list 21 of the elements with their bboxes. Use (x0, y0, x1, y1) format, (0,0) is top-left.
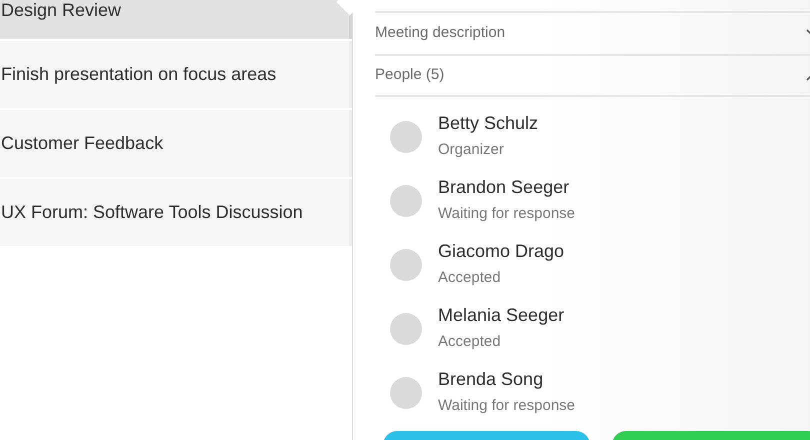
person-name: Melania Seeger (438, 304, 564, 327)
avatar-placeholder (390, 249, 422, 281)
section-header[interactable]: Meeting description (375, 22, 506, 45)
avatar-placeholder (390, 185, 422, 217)
event-item[interactable]: UX Forum: Software Tools Discussion (0, 179, 352, 246)
person-name: Brandon Seeger (438, 176, 570, 199)
avatar-placeholder (390, 313, 422, 345)
person-name: Brenda Song (438, 368, 544, 391)
event-item[interactable]: Design Review (0, 0, 352, 39)
event-item[interactable]: Customer Feedback (0, 110, 352, 177)
person-status: Waiting for response (438, 204, 576, 224)
person-name: Betty Schulz (438, 112, 538, 135)
person-status: Accepted (438, 268, 502, 288)
avatar-placeholder (390, 377, 422, 409)
avatar-placeholder (390, 121, 422, 153)
person-status: Waiting for response (438, 396, 576, 416)
event-item[interactable]: Finish presentation on focus areas (0, 41, 352, 108)
person-status: Organizer (438, 140, 505, 160)
person-name: Giacomo Drago (438, 240, 564, 263)
person-status: Accepted (438, 332, 502, 352)
section-header[interactable]: People (5) (375, 64, 444, 87)
